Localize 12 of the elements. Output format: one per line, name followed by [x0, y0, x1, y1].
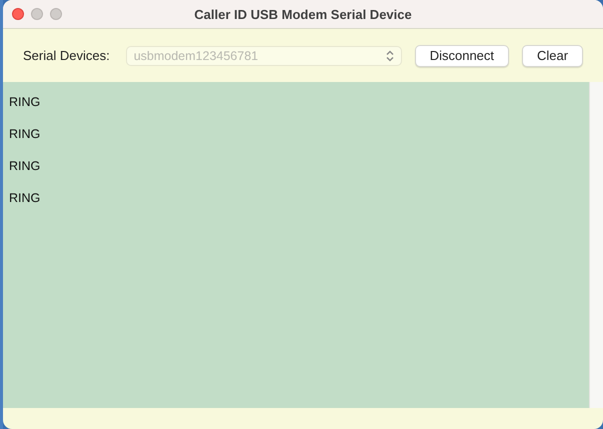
chevron-icon — [386, 50, 394, 62]
log-line: RING — [9, 158, 42, 175]
close-button[interactable] — [12, 8, 24, 20]
minimize-button[interactable] — [31, 8, 43, 20]
log-line: RING — [9, 126, 42, 143]
zoom-button[interactable] — [50, 8, 62, 20]
log-line: RING — [9, 94, 42, 111]
log-line: RING — [9, 190, 42, 207]
serial-devices-label: Serial Devices: — [23, 48, 110, 63]
window-title: Caller ID USB Modem Serial Device — [194, 6, 412, 22]
toolbar-button[interactable]: Clear — [522, 44, 584, 66]
toolbar-button[interactable]: Disconnect — [414, 44, 510, 66]
